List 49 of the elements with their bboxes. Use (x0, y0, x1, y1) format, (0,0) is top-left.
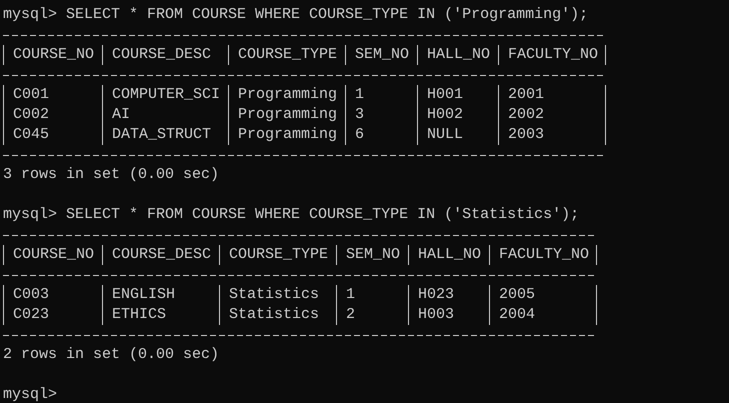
table-cell: ETHICS (102, 305, 220, 325)
table-cell: 2 (336, 305, 408, 325)
column-header: SEM_NO (336, 245, 408, 265)
table-cell: 1 (345, 85, 418, 105)
table-cell: 2002 (498, 105, 606, 125)
table-cell: 1 (336, 285, 408, 305)
table-cell: 3 (345, 105, 418, 125)
table-cell: NULL (417, 125, 498, 145)
command-prompt: mysql> (3, 385, 58, 403)
table-cell: AI (102, 105, 228, 125)
table-cell: Statistics (219, 285, 336, 305)
column-header: COURSE_TYPE (228, 45, 346, 65)
table-cell: Programming (228, 85, 346, 105)
column-header: FACULTY_NO (498, 45, 606, 65)
table-cell: C023 (3, 305, 102, 325)
table-cell: C003 (3, 285, 102, 305)
column-header: COURSE_TYPE (219, 245, 336, 265)
table-cell: H001 (417, 85, 498, 105)
table-cell: H003 (408, 305, 490, 325)
result-summary: 2 rows in set (0.00 sec) (3, 345, 220, 365)
column-header: COURSE_NO (3, 245, 102, 265)
table-cell: DATA_STRUCT (102, 125, 228, 145)
table-cell: 2001 (498, 85, 606, 105)
column-header: COURSE_DESC (102, 45, 228, 65)
table-cell: H002 (417, 105, 498, 125)
column-header: COURSE_NO (3, 45, 102, 65)
sql-command: SELECT * FROM COURSE WHERE COURSE_TYPE IN ('Statistics'); (66, 205, 580, 225)
command-prompt: mysql> (3, 5, 58, 25)
result-summary: 3 rows in set (0.00 sec) (3, 165, 220, 185)
column-header: COURSE_DESC (102, 245, 220, 265)
table-cell: H023 (408, 285, 490, 305)
table-cell: Programming (228, 105, 346, 125)
table-cell: 2003 (498, 125, 606, 145)
table-cell: 6 (345, 125, 418, 145)
column-header: FACULTY_NO (489, 245, 598, 265)
table-cell: Programming (228, 125, 346, 145)
column-header: HALL_NO (408, 245, 490, 265)
table-cell: C002 (3, 105, 102, 125)
table-cell: COMPUTER_SCI (102, 85, 228, 105)
table-cell: Statistics (219, 305, 336, 325)
sql-command: SELECT * FROM COURSE WHERE COURSE_TYPE IN ('Programming'); (66, 5, 588, 25)
table-cell: 2005 (489, 285, 598, 305)
command-prompt: mysql> (3, 205, 58, 225)
table-cell: ENGLISH (102, 285, 220, 305)
column-header: SEM_NO (345, 45, 418, 65)
table-cell: C045 (3, 125, 102, 145)
table-cell: 2004 (489, 305, 598, 325)
column-header: HALL_NO (417, 45, 498, 65)
table-cell: C001 (3, 85, 102, 105)
